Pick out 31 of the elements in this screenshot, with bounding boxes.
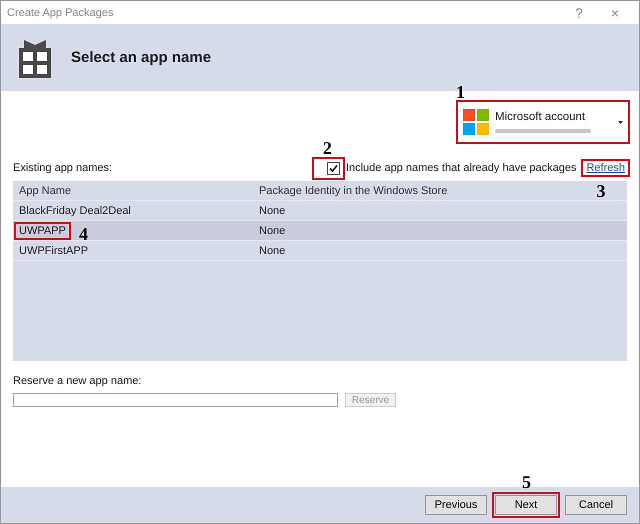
table-row[interactable]: UWPAPP 4 None	[13, 221, 627, 241]
page-title: Select an app name	[71, 49, 212, 66]
table-cell-text: UWPFirstAPP	[18, 244, 90, 258]
reserve-label: Reserve a new app name:	[13, 375, 142, 387]
table-cell-text: None	[258, 224, 286, 236]
include-checkbox[interactable]	[326, 162, 340, 174]
column-header: App Name	[18, 184, 71, 196]
table-cell-text: None	[258, 204, 286, 216]
gift-box-icon	[19, 38, 51, 78]
table-row[interactable]: UWPFirstAPP None	[13, 241, 627, 261]
footer-button[interactable]: Cancel	[565, 495, 627, 515]
table-cell-text: None	[258, 244, 286, 256]
callout-number: 1	[456, 83, 465, 101]
callout-number: 2	[322, 138, 332, 156]
callout-number: 3	[596, 182, 606, 200]
table-cell-text: UWPAPP	[18, 224, 67, 238]
account-name: Microsoft account	[495, 111, 586, 123]
footer-button[interactable]: Previous	[425, 495, 487, 515]
callout-number: 4	[79, 224, 88, 242]
footer-button[interactable]: Next	[495, 495, 557, 515]
checkbox-label: Include app names that already have packages	[346, 162, 576, 174]
table-cell-text: BlackFriday Deal2Deal	[18, 204, 132, 218]
callout-number: 5	[522, 473, 531, 491]
app-name-input[interactable]	[13, 393, 338, 407]
dropdown-caret-icon	[618, 120, 623, 124]
windows-logo-icon	[463, 109, 489, 135]
existing-names-label: Existing app names:	[13, 162, 114, 174]
refresh-link[interactable]: Refresh	[584, 161, 627, 175]
window-title: Create App Packages	[7, 6, 114, 18]
close-button[interactable]: ×	[597, 4, 633, 20]
column-header: Package Identity in the Windows Store	[258, 184, 448, 196]
